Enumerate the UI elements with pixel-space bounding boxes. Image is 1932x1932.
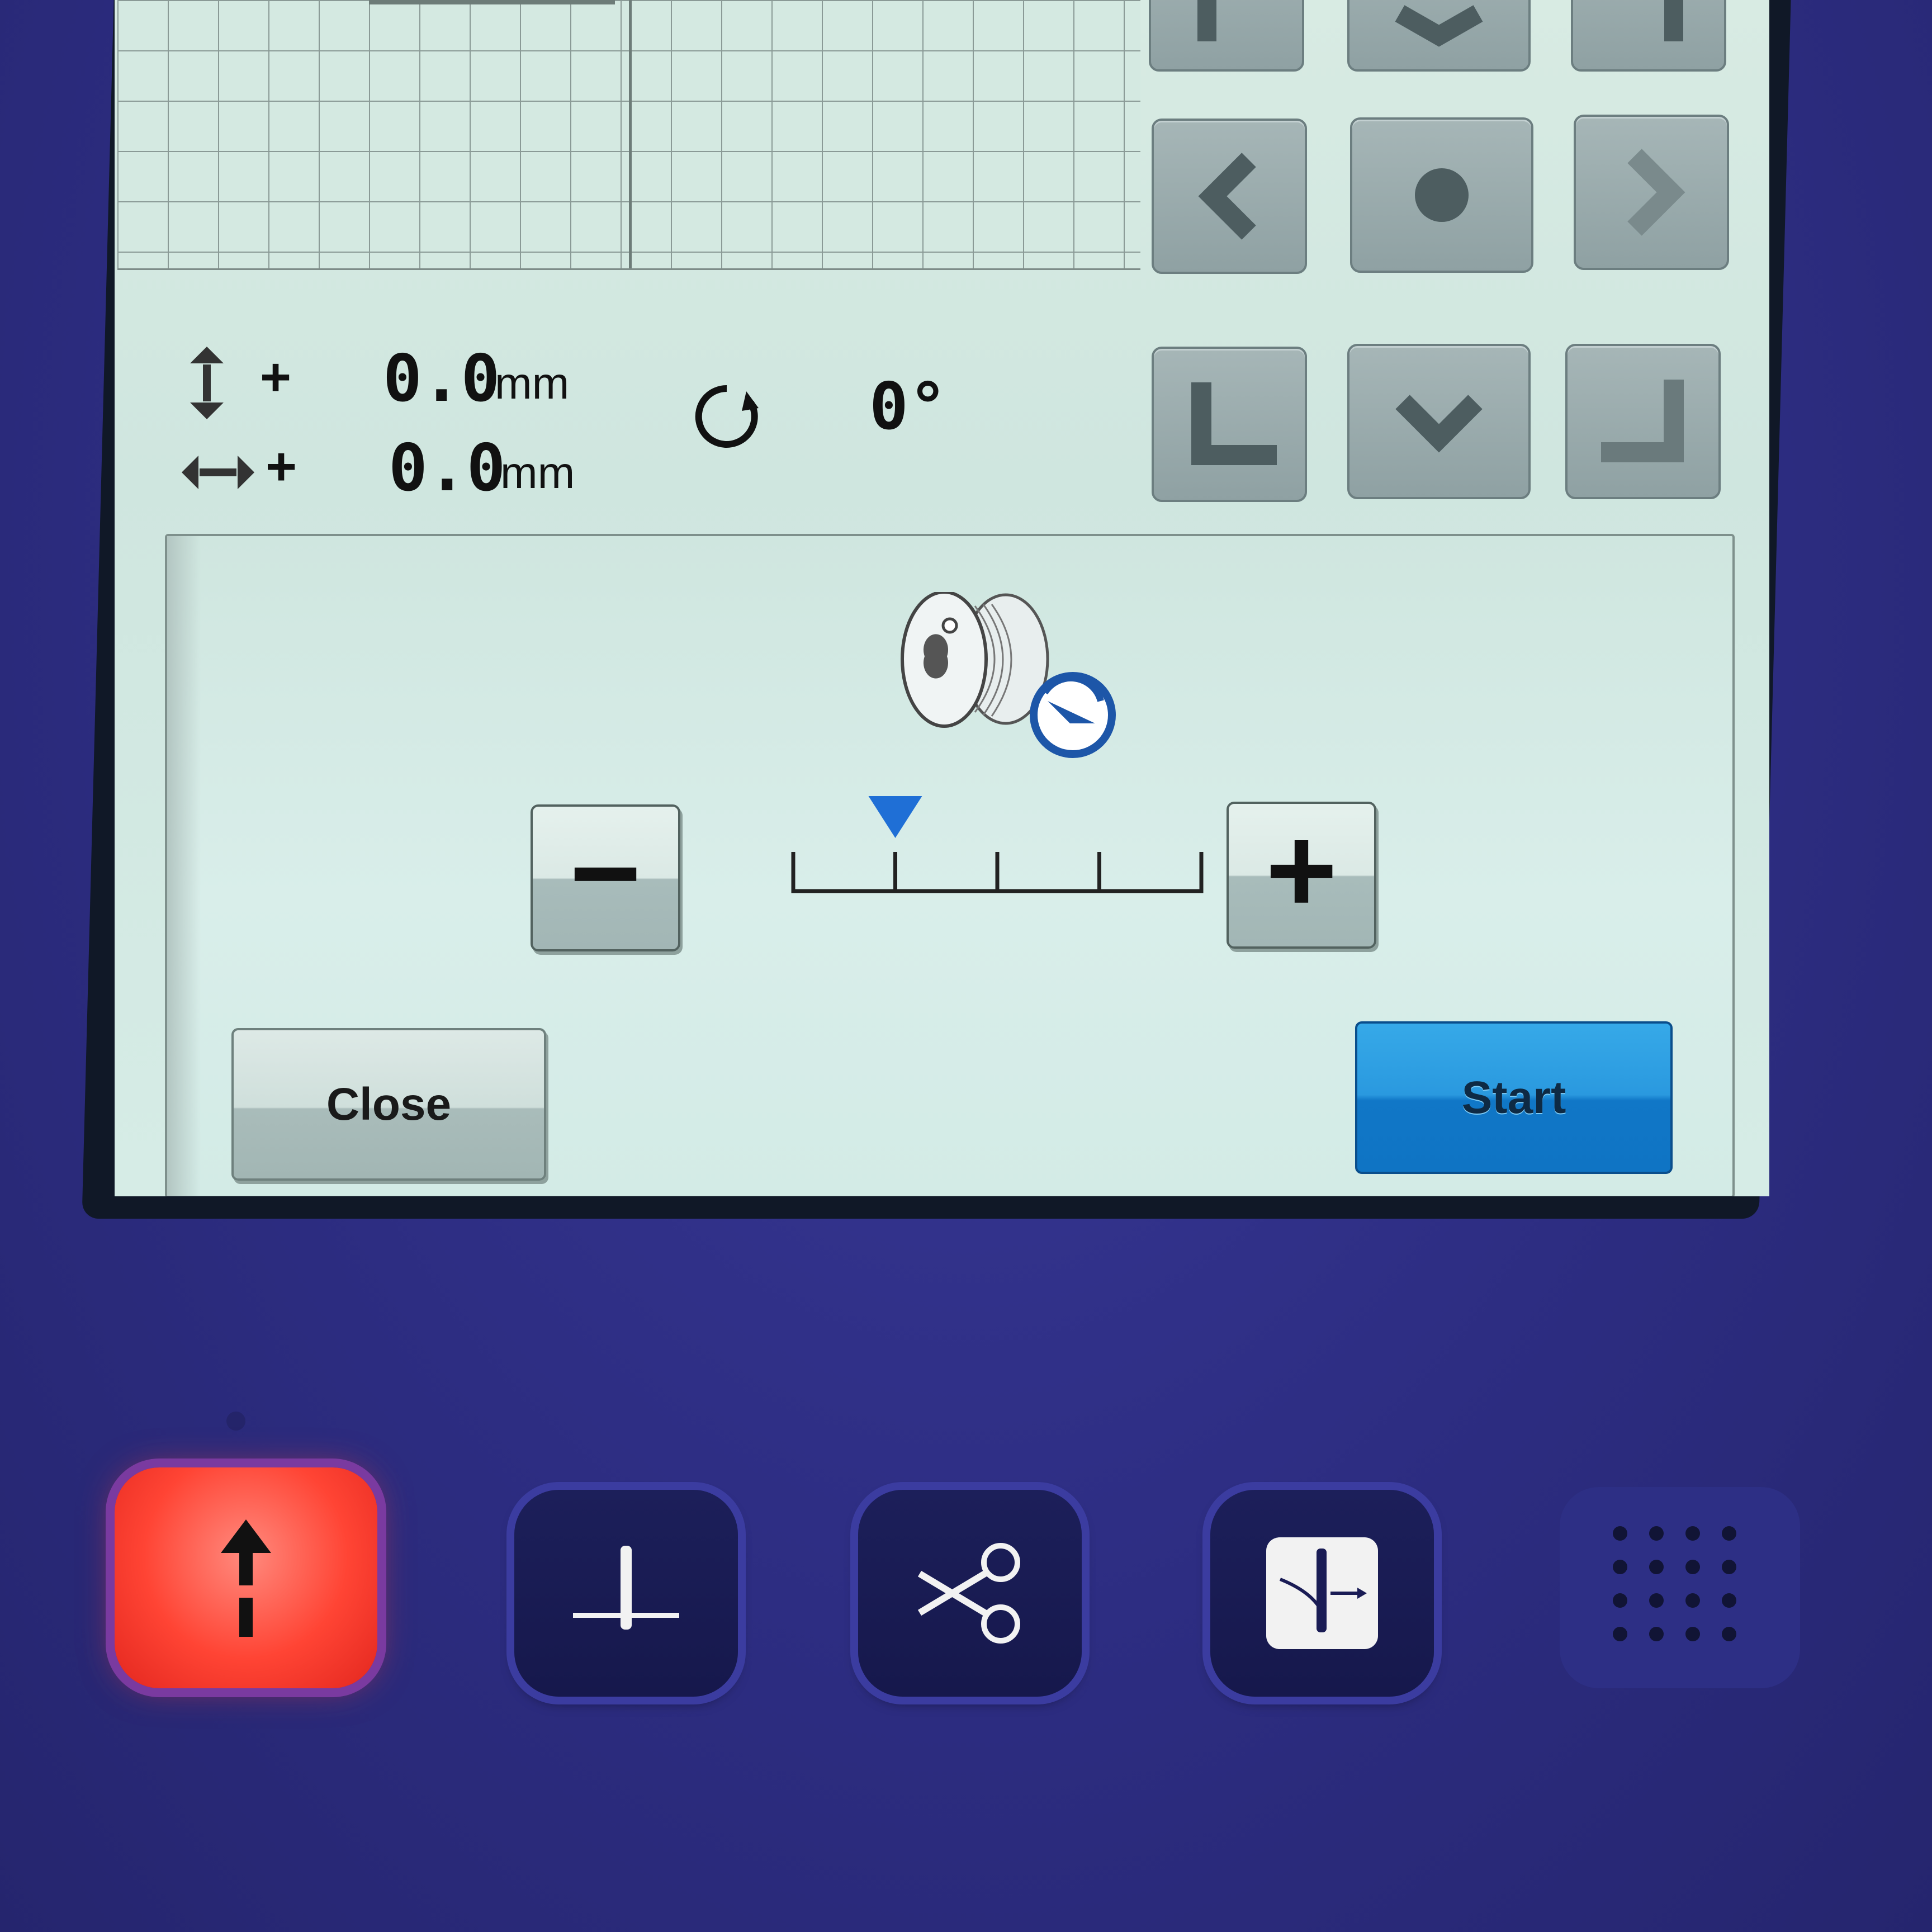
speaker-hole bbox=[1649, 1593, 1664, 1608]
center-button[interactable] bbox=[1350, 117, 1533, 273]
move-down-left-button[interactable] bbox=[1152, 347, 1307, 502]
chevron-left-icon bbox=[1198, 153, 1256, 240]
speaker-hole bbox=[1722, 1627, 1736, 1641]
offset-vertical-sign: + bbox=[260, 347, 292, 407]
speaker-hole bbox=[1722, 1593, 1736, 1608]
corner-up-right-icon bbox=[1664, 0, 1683, 41]
close-button[interactable]: Close bbox=[231, 1028, 546, 1181]
speed-decrease-button[interactable]: − bbox=[531, 804, 680, 951]
speaker-hole bbox=[1613, 1593, 1627, 1608]
offset-horizontal-sign: + bbox=[266, 437, 297, 496]
corner-up-left-icon bbox=[1197, 0, 1216, 41]
minus-icon: − bbox=[569, 803, 642, 941]
move-up-button[interactable] bbox=[1347, 0, 1531, 72]
grid-top-marker bbox=[369, 0, 615, 4]
move-right-button[interactable] bbox=[1574, 115, 1729, 270]
preview-grid bbox=[117, 0, 1140, 270]
needle-threading-icon bbox=[1266, 1537, 1378, 1649]
speed-increase-button[interactable]: + bbox=[1227, 802, 1376, 949]
speaker-hole bbox=[1722, 1560, 1736, 1574]
chevron-up-icon bbox=[1395, 5, 1483, 47]
status-led bbox=[226, 1412, 245, 1431]
bobbin-winding-dialog: − + Close Start bbox=[165, 534, 1735, 1196]
speaker-hole bbox=[1685, 1560, 1700, 1574]
speaker-hole bbox=[1685, 1627, 1700, 1641]
start-button[interactable]: Start bbox=[1355, 1021, 1673, 1174]
corner-down-left-icon bbox=[1191, 382, 1277, 465]
vertical-move-icon bbox=[190, 347, 224, 419]
speaker-hole bbox=[1649, 1560, 1664, 1574]
move-up-left-button[interactable] bbox=[1149, 0, 1304, 72]
center-dot-icon bbox=[1415, 168, 1469, 222]
speaker-hole bbox=[1685, 1593, 1700, 1608]
speaker-hole bbox=[1613, 1560, 1627, 1574]
plus-icon: + bbox=[1265, 801, 1338, 939]
position-nav-pad bbox=[1149, 0, 1764, 514]
scale-baseline bbox=[791, 852, 1204, 893]
rotation-value: 0° bbox=[869, 369, 948, 444]
speaker-hole bbox=[1649, 1627, 1664, 1641]
chevron-right-icon bbox=[1627, 149, 1685, 236]
scissors-icon bbox=[917, 1543, 1020, 1644]
move-down-right-button[interactable] bbox=[1565, 344, 1721, 499]
arrow-up-icon bbox=[221, 1519, 271, 1637]
dialog-shade bbox=[167, 536, 201, 1196]
corner-down-right-icon bbox=[1601, 380, 1684, 462]
needle-threading-button[interactable] bbox=[1210, 1490, 1434, 1697]
move-up-right-button[interactable] bbox=[1571, 0, 1726, 72]
needle-position-icon bbox=[573, 1546, 679, 1630]
rotate-icon bbox=[695, 385, 759, 448]
move-left-button[interactable] bbox=[1152, 119, 1307, 274]
lcd-screen: + 0.0 mm + 0.0 mm 0° − + Close Start bbox=[115, 0, 1769, 1196]
offset-horizontal-value: 0.0 bbox=[389, 430, 506, 506]
horizontal-move-icon bbox=[182, 456, 254, 489]
offset-vertical-unit: mm bbox=[495, 358, 570, 408]
speed-scale bbox=[791, 796, 1204, 893]
chevron-down-icon bbox=[1395, 395, 1483, 453]
speaker-hole bbox=[1613, 1627, 1627, 1641]
offset-vertical-value: 0.0 bbox=[383, 341, 500, 416]
grid-center-line-vertical bbox=[629, 0, 632, 268]
speaker-hole bbox=[1685, 1526, 1700, 1541]
move-down-button[interactable] bbox=[1347, 344, 1531, 499]
speaker-hole bbox=[1722, 1526, 1736, 1541]
speed-indicator bbox=[868, 796, 922, 838]
needle-position-button[interactable] bbox=[514, 1490, 738, 1697]
offset-horizontal-unit: mm bbox=[500, 448, 575, 498]
speaker-hole bbox=[1649, 1526, 1664, 1541]
bobbin-winding-icon bbox=[901, 592, 1116, 758]
speaker-grille bbox=[1560, 1487, 1800, 1688]
start-stop-button[interactable] bbox=[115, 1467, 377, 1688]
speaker-hole bbox=[1613, 1526, 1627, 1541]
thread-cutter-button[interactable] bbox=[858, 1490, 1082, 1697]
